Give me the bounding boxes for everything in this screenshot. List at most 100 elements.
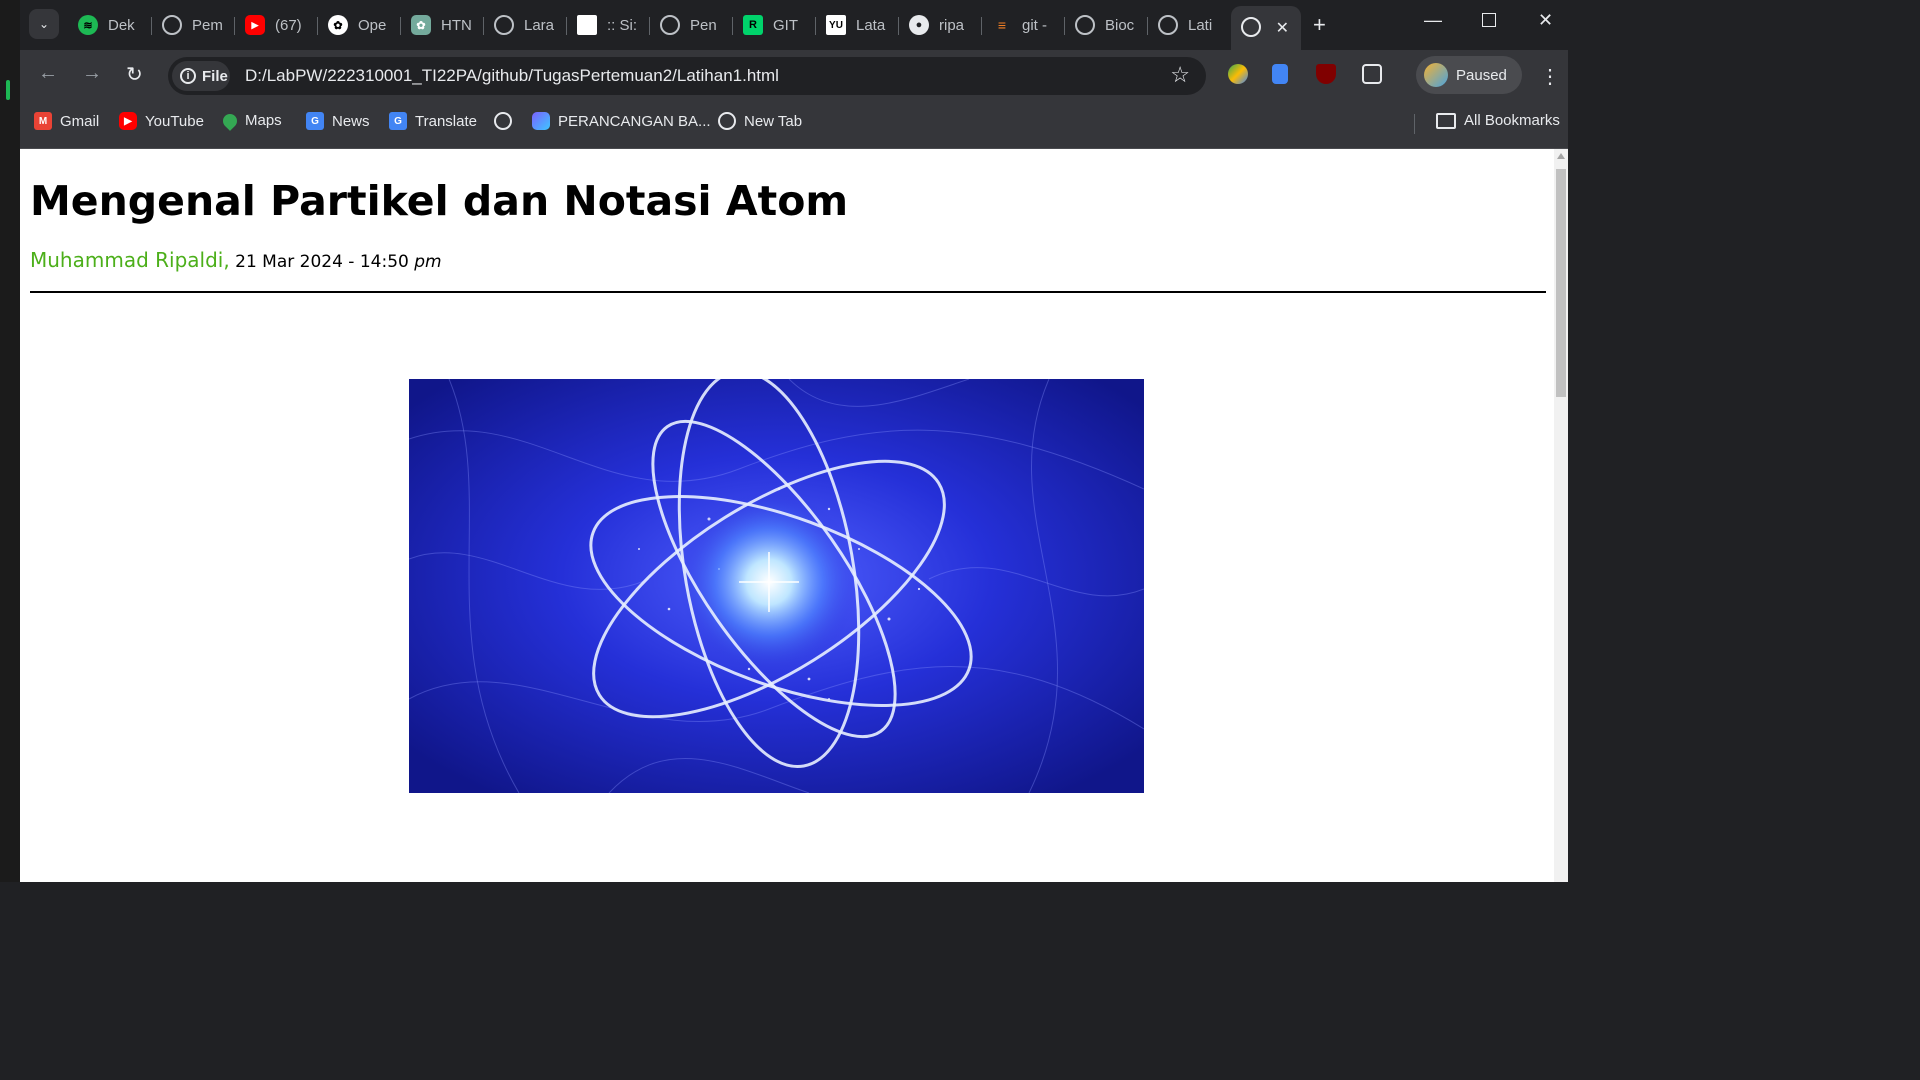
more-menu-icon[interactable]: ⋮ (1540, 64, 1560, 89)
laracasts-icon (494, 15, 514, 35)
spotify-indicator (6, 80, 10, 100)
profile-button[interactable]: Paused (1416, 56, 1522, 94)
tab-htm[interactable]: ✿ HTN (401, 8, 484, 42)
translate-icon: G (389, 112, 407, 130)
tab-label: GIT (773, 16, 798, 34)
globe-icon (1075, 15, 1095, 35)
maps-icon (220, 110, 240, 131)
tab-spotify[interactable]: ≋ Dek (68, 8, 152, 42)
browser-toolbar: ← → ↻ i File D:/LabPW/222310001_TI22PA/g… (20, 50, 1568, 100)
tab-stackoverflow[interactable]: ≡ git - (982, 8, 1065, 42)
tab-sis[interactable]: :: Si: (567, 8, 650, 42)
tab-bioc[interactable]: Bioc (1065, 8, 1148, 42)
openai-icon: ✿ (328, 15, 348, 35)
tab-youtube[interactable]: ▶ (67) (235, 8, 318, 42)
tab-label: git - (1022, 16, 1048, 34)
site-info-label: File (202, 67, 228, 85)
divider (30, 291, 1546, 293)
vertical-scrollbar[interactable] (1554, 149, 1568, 882)
bookmark-translate[interactable]: G Translate (389, 112, 477, 130)
tab-openai[interactable]: ✿ Ope (318, 8, 401, 42)
bookmark-globe[interactable] (494, 112, 520, 130)
tab-label: Lara (524, 16, 555, 34)
address-bar[interactable]: i File D:/LabPW/222310001_TI22PA/github/… (168, 57, 1206, 95)
spotify-icon: ≋ (78, 15, 98, 35)
site-info-chip[interactable]: i File (172, 61, 230, 91)
youtube-icon: ▶ (245, 15, 265, 35)
folder-icon (1436, 112, 1456, 129)
profile-status: Paused (1456, 66, 1507, 84)
extension-book-icon[interactable] (1272, 64, 1288, 84)
tab-bar: ⌄ ≋ Dek Pem ▶ (67) ✿ Ope ✿ HTN Lara :: S… (20, 0, 1568, 50)
bookmarks-bar: M Gmail ▶ YouTube Maps G News G Translat… (20, 100, 1568, 149)
tab-search-button[interactable]: ⌄ (29, 9, 59, 39)
bookmark-gmail[interactable]: M Gmail (34, 112, 99, 130)
youtube-icon: ▶ (119, 112, 137, 130)
tab-label: (67) (275, 16, 302, 34)
bookmark-new-tab[interactable]: New Tab (718, 112, 802, 130)
tab-lati[interactable]: Lati (1148, 8, 1231, 42)
globe-icon (494, 112, 512, 130)
ublock-icon[interactable] (1316, 64, 1336, 84)
globe-icon (718, 112, 736, 130)
bookmark-star-icon[interactable]: ☆ (1170, 62, 1190, 88)
close-window-icon[interactable]: ✕ (1538, 10, 1553, 31)
tab-lara[interactable]: Lara (484, 8, 567, 42)
tab-pem[interactable]: Pem (152, 8, 235, 42)
tab-git[interactable]: R GIT (733, 8, 816, 42)
all-bookmarks-button[interactable]: All Bookmarks (1436, 112, 1560, 129)
chevron-down-icon: ⌄ (38, 17, 50, 31)
tab-pen[interactable]: Pen (650, 8, 733, 42)
globe-icon (1158, 15, 1178, 35)
bookmark-youtube[interactable]: ▶ YouTube (119, 112, 204, 130)
post-ampm: pm (414, 252, 442, 272)
scrollbar-thumb[interactable] (1556, 169, 1566, 397)
globe-icon (162, 15, 182, 35)
tab-label: Bioc (1105, 16, 1135, 34)
left-window-edge (0, 0, 20, 882)
tab-label: Lati (1188, 16, 1213, 34)
news-icon: G (306, 112, 324, 130)
tab-label: Ope (358, 16, 387, 34)
tab-label: HTN (441, 16, 472, 34)
byline: Muhammad Ripaldi, 21 Mar 2024 - 14:50 pm (30, 248, 442, 272)
document-icon (577, 15, 597, 35)
stackoverflow-icon: ≡ (997, 17, 1007, 33)
tab-label: Lata (856, 16, 886, 34)
reload-icon[interactable]: ↻ (126, 62, 143, 87)
tab-label: Dek (108, 16, 135, 34)
tab-label: :: Si: (607, 16, 638, 34)
bookmarks-divider (1414, 114, 1415, 134)
page-title: Mengenal Partikel dan Notasi Atom (30, 177, 849, 225)
atom-illustration (409, 379, 1144, 793)
bookmark-perancangan[interactable]: PERANCANGAN BA... (532, 112, 711, 130)
url-text[interactable]: D:/LabPW/222310001_TI22PA/github/TugasPe… (245, 66, 779, 86)
maximize-icon[interactable] (1482, 13, 1496, 27)
tab-github[interactable]: ● ripa (899, 8, 982, 42)
minimize-icon[interactable]: — (1424, 10, 1442, 31)
post-date: 21 Mar 2024 - 14:50 (235, 252, 409, 272)
back-icon[interactable]: ← (38, 62, 58, 85)
close-tab-icon[interactable]: ✕ (1276, 18, 1289, 38)
info-icon: i (180, 68, 196, 84)
chatgpt-icon: ✿ (411, 15, 431, 35)
new-tab-button[interactable]: + (1313, 12, 1326, 38)
tab-label: Pen (690, 16, 717, 34)
tab-label: Pem (192, 16, 223, 34)
github-icon: ● (909, 15, 929, 35)
avatar (1424, 63, 1448, 87)
page-viewport: Mengenal Partikel dan Notasi Atom Muhamm… (20, 149, 1554, 882)
tab-lata[interactable]: YU Lata (816, 8, 899, 42)
git-icon: R (743, 15, 763, 35)
scroll-up-icon[interactable] (1557, 153, 1565, 159)
gmail-icon: M (34, 112, 52, 130)
extensions-puzzle-icon[interactable] (1362, 64, 1382, 84)
bookmark-maps[interactable]: Maps (220, 110, 282, 131)
forward-icon[interactable]: → (82, 62, 102, 85)
globe-icon (660, 15, 680, 35)
tab-active[interactable]: ✕ (1231, 6, 1301, 50)
extension-colorful-icon[interactable] (1228, 64, 1248, 84)
yu-icon: YU (826, 15, 846, 35)
bookmark-news[interactable]: G News (306, 112, 370, 130)
tab-label: ripa (939, 16, 965, 34)
